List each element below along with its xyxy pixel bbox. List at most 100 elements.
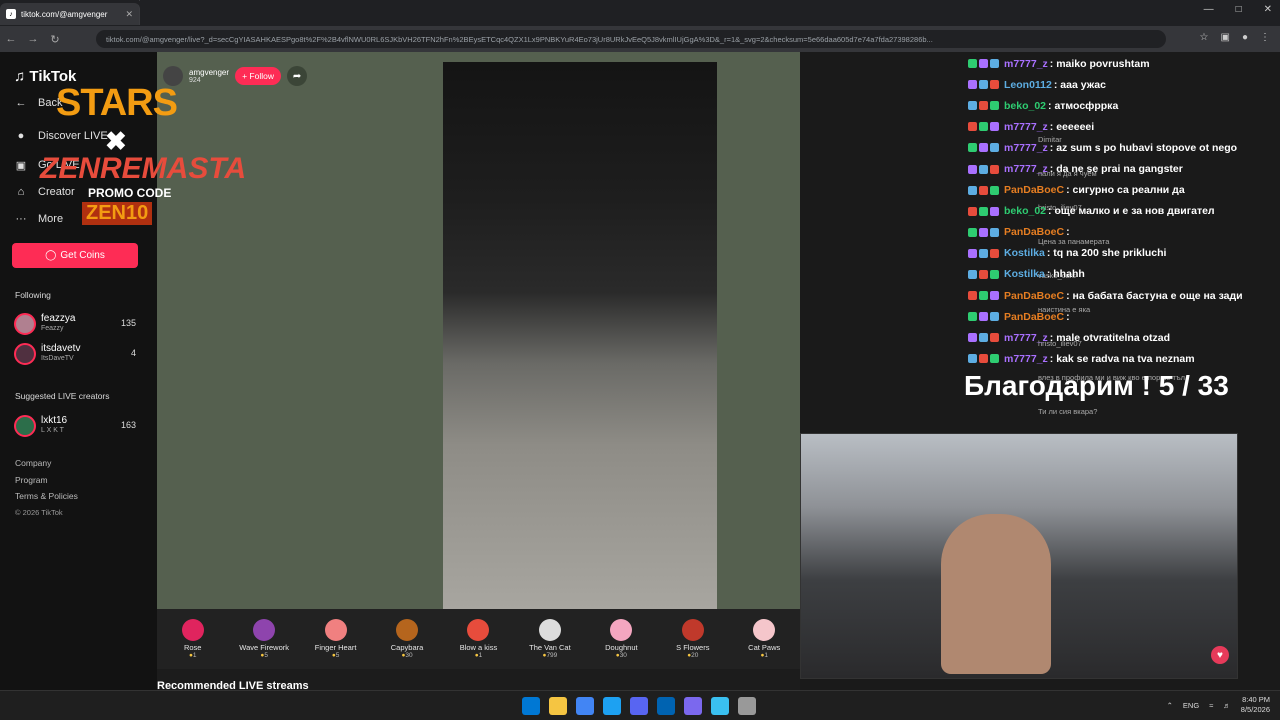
footer-link[interactable]: Company [15,458,51,468]
chat-username[interactable]: beko_02 [1004,205,1046,217]
footer-link[interactable]: Program [15,475,48,485]
taskbar-app-icon[interactable] [549,697,567,715]
chat-badge-icon [990,227,999,237]
chat-username[interactable]: m7777_z [1004,121,1048,133]
chat-badge-icon [990,164,999,174]
browser-tab[interactable]: ♪ tiktok.com/@amgvenger ✕ [0,3,140,25]
gift-price: 1 [445,652,511,659]
gift-item[interactable]: Rose1 [160,619,226,659]
gift-item[interactable]: The Van Cat799 [517,619,583,659]
chat-text: : eeeeeei [1049,120,1095,133]
chat-badge-icon [979,80,988,90]
footer-link[interactable]: Terms & Policies [15,491,78,501]
volume-icon[interactable]: ♬ [1223,701,1231,710]
taskbar-app-icon[interactable] [738,697,756,715]
chat-badge-icon [968,80,977,90]
chat-username[interactable]: PanDaBoeC [1004,184,1064,196]
nav-3-icon: ⌂ [17,186,25,198]
footer-link: © 2026 TikTok [15,507,63,517]
chat-username[interactable]: m7777_z [1004,332,1048,344]
back-nav-icon[interactable]: ← [0,33,22,45]
gift-item[interactable]: Doughnut30 [588,619,654,659]
chat-message: beko_02: още малко и е за нов двигател [968,201,1280,222]
taskbar-app-icon[interactable] [630,697,648,715]
heart-icon[interactable]: ♥ [1211,646,1229,664]
extensions-icon[interactable]: ▣ [1221,32,1230,43]
host-name[interactable]: amgvenger [189,68,229,77]
browser-tab[interactable]: ▶Believe In Me - YouTube✕ [0,0,140,1]
chat-username[interactable]: Kostilka [1004,247,1045,259]
chat-username[interactable]: m7777_z [1004,353,1048,365]
account-avatar[interactable] [14,343,36,365]
taskbar-app-icon[interactable] [576,697,594,715]
gift-icon [467,619,490,641]
maximize-icon[interactable]: □ [1236,4,1242,15]
taskbar-app-icon[interactable] [522,697,540,715]
taskbar-app-icon[interactable] [711,697,729,715]
forward-nav-icon[interactable]: → [22,33,44,45]
account-name: lxkt16 [41,415,68,426]
chat-message: m7777_z: maiko povrushtam [968,53,1280,74]
chat-badge-icon [968,333,977,343]
close-window-icon[interactable]: ✕ [1264,4,1272,15]
tab-close-icon[interactable]: ✕ [125,9,133,20]
bookmark-star-icon[interactable]: ☆ [1200,32,1209,43]
follow-button[interactable]: + Follow [235,67,282,85]
viewer-count: 135 [120,318,136,328]
url-field[interactable]: tiktok.com/@amgvenger/live?_d=secCgYIASA… [96,30,1166,48]
chat-badge-icon [990,143,999,153]
taskbar-apps [522,697,756,715]
chat-badge-icon [979,185,988,195]
chat-username[interactable]: PanDaBoeC [1004,226,1064,238]
account-avatar[interactable] [14,415,36,437]
following-account[interactable]: feazzya Feazzy 135 [14,312,136,336]
chat-badge-icon [968,248,977,258]
chat-badge-icon [979,101,988,111]
account-name: feazzya [41,313,76,324]
gift-item[interactable]: Cat Paws1 [731,619,797,659]
tray-chevron-icon[interactable]: ⌃ [1167,701,1173,710]
taskbar-app-icon[interactable] [603,697,621,715]
gift-item[interactable]: Capybara30 [374,619,440,659]
reload-icon[interactable]: ↻ [44,33,66,46]
gift-name: Capybara [390,643,424,652]
viewer-count: 163 [120,420,136,430]
chat-username[interactable]: beko_02 [1004,100,1046,112]
chat-username[interactable]: PanDaBoeC [1004,290,1064,302]
gift-item[interactable]: Wave Firework5 [231,619,297,659]
chat-username[interactable]: Leon0112 [1004,79,1052,91]
chat-badge-icon [990,291,999,301]
gift-item[interactable]: Blow a kiss1 [445,619,511,659]
profile-icon[interactable]: ● [1242,32,1248,43]
chat-badge-icon [968,143,977,153]
taskbar-app-icon[interactable] [657,697,675,715]
chat-username[interactable]: PanDaBoeC [1004,311,1064,323]
gift-item[interactable]: Finger Heart5 [303,619,369,659]
gift-price: 799 [517,652,583,659]
suggested-account[interactable]: lxkt16 L X K T 163 [14,414,136,438]
clock[interactable]: 8:40 PM 8/5/2026 [1241,695,1270,715]
following-heading: Following [15,290,51,300]
gift-item[interactable]: S Flowers20 [660,619,726,659]
live-video[interactable] [443,62,717,610]
minimize-icon[interactable]: — [1204,4,1214,15]
chat-badge-icon [968,164,977,174]
taskbar-app-icon[interactable] [684,697,702,715]
chat-username[interactable]: m7777_z [1004,163,1048,175]
chat-text: : tq na 200 she prikluchi [1046,247,1167,260]
chat-text: : male otvratitelna otzad [1049,331,1170,344]
streamer-figure [941,514,1051,674]
following-account[interactable]: itsdavetv ItsDaveTV 4 [14,342,136,366]
menu-icon[interactable]: ⋮ [1260,32,1270,43]
language-indicator[interactable]: ENG [1183,701,1199,710]
chat-text: : [1066,226,1070,239]
chat-badge-icon [968,206,977,216]
chat-username[interactable]: m7777_z [1004,142,1048,154]
chat-username[interactable]: m7777_z [1004,58,1048,70]
chat-username[interactable]: Kostilka [1004,268,1045,280]
account-avatar[interactable] [14,313,36,335]
share-icon[interactable]: ➦ [287,66,308,86]
chat-text: : kak se radva na tva neznam [1049,352,1195,365]
chat-badge-icon [979,206,988,216]
wifi-icon[interactable]: ≈ [1209,701,1213,710]
